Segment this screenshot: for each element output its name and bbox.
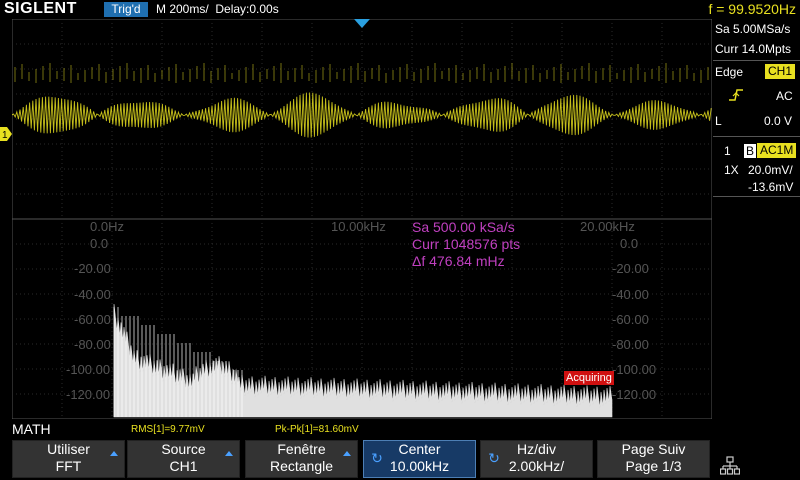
softkey-label: Utiliser (47, 441, 90, 457)
channel-offset: -13.6mV (748, 180, 794, 194)
brand-logo: SIGLENT (4, 0, 77, 17)
divider (713, 136, 800, 137)
hz-label-center: 10.00kHz (331, 219, 386, 234)
db-label-left: -80.00 (74, 337, 111, 352)
trigger-status-badge: Trig'd (104, 2, 148, 17)
softkey-window[interactable]: Fenêtre Rectangle (245, 440, 358, 478)
bandwidth-limit-flag: B (744, 144, 757, 158)
math-label: MATH (12, 421, 51, 437)
hz-label-end: 20.00kHz (580, 219, 635, 234)
channel-coupling-badge[interactable]: AC1M (757, 143, 797, 158)
softkey-source[interactable]: Source CH1 (127, 440, 240, 478)
fft-points: Curr 1048576 pts (412, 236, 521, 252)
softkey-value: FFT (55, 458, 82, 474)
ch1-offset-icon[interactable]: 1 (0, 127, 12, 141)
triangle-up-icon (110, 451, 118, 456)
softkey-label: Source (161, 441, 206, 457)
triangle-down-icon[interactable] (354, 19, 370, 29)
triangle-up-icon (225, 451, 233, 456)
sample-rate: Sa 5.00MSa/s (715, 22, 791, 36)
db-label-right: -100.00 (612, 362, 657, 377)
probe-attenuation: 1X (724, 163, 739, 177)
db-label-right: -60.00 (612, 312, 649, 327)
db-label-right: -20.00 (612, 261, 649, 276)
fft-sample-rate: Sa 500.00 kSa/s (412, 219, 515, 235)
acquiring-badge: Acquiring (564, 371, 614, 385)
fft-resolution: Δf 476.84 mHz (412, 253, 505, 269)
trigger-source-badge[interactable]: CH1 (765, 64, 796, 79)
softkey-value: CH1 (169, 458, 198, 474)
trigger-coupling: AC (776, 89, 793, 103)
knob-rotate-icon: ↻ (371, 450, 383, 466)
rms-measurement: RMS[1]=9.77mV (131, 424, 205, 435)
db-label-right: -120.00 (612, 387, 657, 402)
db-label-left: -120.00 (66, 387, 111, 402)
softkey-value: Page 1/3 (625, 458, 682, 474)
softkey-hz-per-div[interactable]: ↻ Hz/div 2.00kHz/ (480, 440, 593, 478)
softkey-fft-operation[interactable]: Utiliser FFT (12, 440, 125, 478)
db-label-left: -20.00 (74, 261, 111, 276)
db-label-right: 0.0 (620, 236, 639, 251)
volts-per-div: 20.0mV/ (748, 163, 793, 177)
memory-depth: Curr 14.0Mpts (715, 42, 792, 56)
db-label-left: 0.0 (90, 236, 109, 251)
db-label-right: -40.00 (612, 287, 649, 302)
softkey-next-page[interactable]: Page Suiv Page 1/3 (597, 440, 710, 478)
frequency-readout: f = 99.9520Hz (708, 1, 796, 17)
trigger-type[interactable]: Edge (715, 65, 743, 79)
network-icon (720, 456, 740, 475)
softkey-label: Fenêtre (277, 441, 326, 457)
db-label-left: -40.00 (74, 287, 111, 302)
divider (713, 196, 800, 197)
triangle-up-icon (343, 451, 351, 456)
softkey-value: Rectangle (269, 458, 334, 474)
trigger-level-label: L (715, 114, 722, 128)
db-label-right: -80.00 (612, 337, 649, 352)
hz-label-start: 0.0Hz (90, 219, 124, 234)
db-label-left: -100.00 (66, 362, 111, 377)
pkpk-measurement: Pk-Pk[1]=81.60mV (275, 424, 359, 435)
knob-rotate-icon: ↻ (488, 450, 500, 466)
channel-number: 1 (724, 144, 731, 158)
trigger-level: 0.0 V (764, 114, 793, 128)
rising-edge-icon (729, 89, 743, 101)
db-label-left: -60.00 (74, 312, 111, 327)
softkey-center[interactable]: ↻ Center 10.00kHz (363, 440, 476, 478)
divider (713, 60, 800, 61)
svg-text:1: 1 (2, 130, 8, 141)
timebase-readout[interactable]: M 200ms/ Delay:0.00s (156, 2, 279, 16)
right-info-panel (713, 19, 800, 419)
softkey-label: Page Suiv (621, 441, 686, 457)
